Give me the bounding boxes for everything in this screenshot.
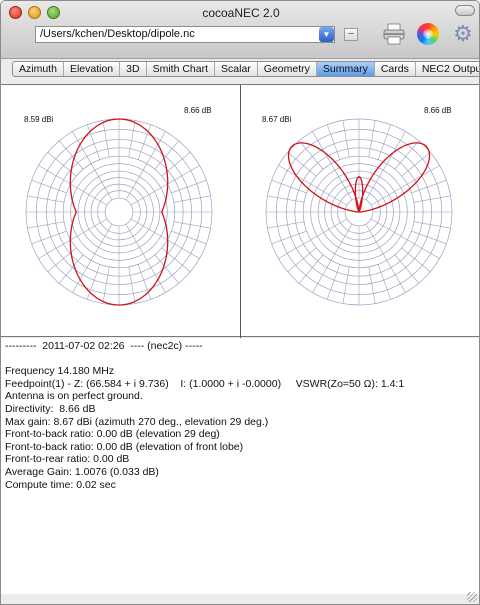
grid-spoke bbox=[368, 120, 376, 158]
elevation-plot: 8.67 dBi 8.66 dB bbox=[241, 85, 479, 338]
title-bar: cocoaNEC 2.0 /Users/kchen/Desktop/dipole… bbox=[1, 1, 479, 59]
elevation-reference-label: 8.66 dB bbox=[424, 106, 452, 115]
grid-spoke bbox=[171, 230, 207, 245]
summary-line: Antenna is on perfect ground. bbox=[5, 390, 143, 403]
grid-spoke bbox=[413, 195, 451, 203]
tab-azimuth[interactable]: Azimuth bbox=[13, 62, 64, 76]
settings-button[interactable]: ⚙ bbox=[452, 23, 474, 45]
pattern-plots-area: 8.59 dBi 8.66 dB 8.67 dBi 8.66 dB bbox=[1, 84, 479, 338]
azimuth-plot: 8.59 dBi 8.66 dB bbox=[1, 85, 240, 338]
view-tab-bar: Azimuth Elevation 3D Smith Chart Scalar Geome… bbox=[12, 61, 479, 77]
tab-3d[interactable]: 3D bbox=[120, 62, 147, 76]
polar-grid bbox=[25, 118, 213, 306]
grid-spoke bbox=[411, 230, 447, 245]
grid-spoke bbox=[31, 230, 67, 245]
grid-spoke bbox=[102, 266, 110, 304]
summary-line: Compute time: 0.02 sec bbox=[5, 478, 116, 491]
path-dropdown-button[interactable]: ▼ bbox=[319, 27, 334, 42]
grid-spoke bbox=[31, 179, 67, 194]
app-window: cocoaNEC 2.0 /Users/kchen/Desktop/dipole… bbox=[0, 0, 480, 605]
grid-ring bbox=[104, 197, 134, 227]
toolbar-toggle-button[interactable] bbox=[455, 5, 475, 16]
summary-line: Directivity: 8.66 dB bbox=[5, 402, 96, 415]
tab-nec2-output[interactable]: NEC2 Output bbox=[416, 62, 479, 76]
tab-cards[interactable]: Cards bbox=[375, 62, 416, 76]
grid-spoke bbox=[128, 120, 136, 158]
grid-spoke bbox=[102, 120, 110, 158]
grid-spoke bbox=[86, 124, 101, 160]
resize-grip[interactable] bbox=[467, 592, 477, 602]
grid-spoke bbox=[377, 124, 392, 160]
color-picker-button[interactable] bbox=[417, 23, 439, 45]
grid-spoke bbox=[271, 230, 307, 245]
grid-spoke bbox=[413, 221, 451, 229]
summary-line: Front-to-back ratio: 0.00 dB (elevation … bbox=[5, 428, 220, 441]
tab-geometry[interactable]: Geometry bbox=[258, 62, 317, 76]
remove-file-button[interactable]: – bbox=[344, 28, 358, 41]
grid-spoke bbox=[326, 264, 341, 300]
print-button[interactable] bbox=[383, 23, 405, 45]
tab-smith-chart[interactable]: Smith Chart bbox=[147, 62, 216, 76]
printer-icon bbox=[383, 23, 405, 45]
azimuth-reference-label: 8.66 dB bbox=[184, 106, 212, 115]
grid-spoke bbox=[27, 195, 65, 203]
gear-icon: ⚙ bbox=[453, 21, 473, 46]
grid-spoke bbox=[171, 179, 207, 194]
tab-scalar[interactable]: Scalar bbox=[215, 62, 258, 76]
file-path-field[interactable]: /Users/kchen/Desktop/dipole.nc bbox=[35, 26, 335, 43]
summary-line: Average Gain: 1.0076 (0.033 dB) bbox=[5, 465, 159, 478]
tab-elevation[interactable]: Elevation bbox=[64, 62, 121, 76]
grid-spoke bbox=[137, 264, 152, 300]
chevron-down-icon: ▼ bbox=[322, 30, 331, 39]
summary-line: Max gain: 8.67 dBi (azimuth 270 deg., el… bbox=[5, 415, 269, 428]
grid-spoke bbox=[128, 266, 136, 304]
grid-spoke bbox=[173, 221, 211, 229]
elevation-max-gain-label: 8.67 dBi bbox=[262, 115, 292, 124]
azimuth-max-gain-label: 8.59 dBi bbox=[24, 115, 54, 124]
grid-spoke bbox=[137, 124, 152, 160]
summary-line bbox=[5, 353, 477, 366]
grid-spoke bbox=[267, 195, 305, 203]
grid-spoke bbox=[368, 266, 376, 304]
grid-spoke bbox=[342, 266, 350, 304]
summary-line: --------- 2011-07-02 02:26 ---- (nec2c) … bbox=[5, 340, 203, 352]
tab-summary[interactable]: Summary bbox=[316, 62, 375, 76]
grid-spoke bbox=[86, 264, 101, 300]
grid-spoke bbox=[326, 124, 341, 160]
grid-spoke bbox=[173, 195, 211, 203]
summary-line: Feedpoint(1) - Z: (66.584 + i 9.736) I: … bbox=[5, 377, 405, 390]
summary-text-view[interactable]: --------- 2011-07-02 02:26 ---- (nec2c) … bbox=[1, 338, 479, 594]
summary-line: Front-to-rear ratio: 0.00 dB bbox=[5, 453, 130, 466]
grid-spoke bbox=[377, 264, 392, 300]
summary-line: Front-to-back ratio: 0.00 dB (elevation … bbox=[5, 440, 244, 453]
summary-line: Frequency 14.180 MHz bbox=[5, 365, 115, 378]
grid-spoke bbox=[27, 221, 65, 229]
grid-spoke bbox=[342, 120, 350, 158]
grid-spoke bbox=[267, 221, 305, 229]
window-title: cocoaNEC 2.0 bbox=[202, 6, 280, 20]
